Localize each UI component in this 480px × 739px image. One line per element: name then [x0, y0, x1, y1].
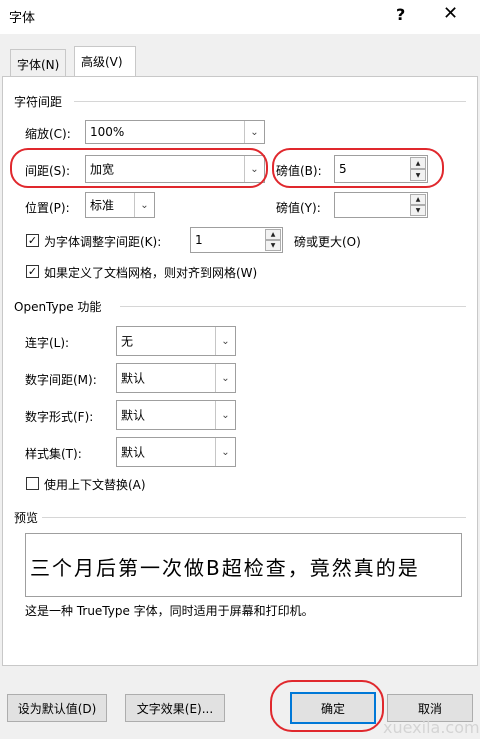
kerning-value: 1 — [195, 233, 203, 247]
scale-label: 缩放(C): — [25, 127, 71, 141]
chevron-down-icon[interactable]: ⌄ — [215, 327, 235, 355]
dialog-title: 字体 — [9, 11, 36, 26]
position-combo[interactable]: 标准 ⌄ — [85, 192, 155, 218]
section-char-spacing: 字符间距 — [14, 95, 63, 109]
num-spacing-label: 数字间距(M): — [25, 373, 97, 387]
snap-grid-label: 如果定义了文档网格，则对齐到网格(W) — [44, 266, 258, 280]
num-forms-label: 数字形式(F): — [25, 410, 94, 424]
separator — [74, 101, 466, 102]
snap-grid-checkbox[interactable]: ✓ — [26, 265, 39, 278]
scale-combo[interactable]: 100% ⌄ — [85, 120, 265, 144]
kerning-checkbox[interactable]: ✓ — [26, 234, 39, 247]
separator — [120, 306, 466, 307]
contextual-alt-checkbox[interactable] — [26, 477, 39, 490]
chevron-down-icon[interactable]: ⌄ — [215, 364, 235, 392]
kerning-spinner[interactable]: 1 ▲ ▼ — [190, 227, 283, 253]
num-forms-combo[interactable]: 默认 ⌄ — [116, 400, 236, 430]
spin-up-icon[interactable]: ▲ — [265, 229, 281, 240]
title-bar — [0, 0, 480, 34]
watermark: xuexila.com — [383, 718, 480, 737]
close-button[interactable]: ✕ — [443, 3, 458, 24]
text-effects-button[interactable]: 文字效果(E)... — [125, 694, 225, 722]
set-default-button[interactable]: 设为默认值(D) — [7, 694, 107, 722]
kerning-suffix: 磅或更大(O) — [294, 235, 361, 249]
position-by-spinner[interactable]: ▲ ▼ — [334, 192, 428, 218]
chevron-down-icon[interactable]: ⌄ — [244, 121, 264, 143]
chevron-down-icon[interactable]: ⌄ — [134, 193, 154, 217]
tab-advanced[interactable]: 高级(V) — [74, 46, 136, 76]
num-spacing-value: 默认 — [121, 371, 146, 386]
position-value: 标准 — [90, 198, 115, 213]
num-spacing-combo[interactable]: 默认 ⌄ — [116, 363, 236, 393]
preview-sample: 三个月后第一次做B超检查，竟然真的是 — [30, 556, 420, 580]
spin-down-icon[interactable]: ▼ — [410, 205, 426, 216]
stylistic-sets-combo[interactable]: 默认 ⌄ — [116, 437, 236, 467]
highlight-ring-by — [272, 148, 444, 188]
preview-note: 这是一种 TrueType 字体，同时适用于屏幕和打印机。 — [25, 604, 314, 618]
ligatures-value: 无 — [121, 334, 134, 349]
separator — [42, 517, 466, 518]
section-opentype: OpenType 功能 — [14, 300, 102, 314]
spin-down-icon[interactable]: ▼ — [265, 240, 281, 251]
help-button[interactable]: ? — [396, 5, 405, 24]
ligatures-combo[interactable]: 无 ⌄ — [116, 326, 236, 356]
chevron-down-icon[interactable]: ⌄ — [215, 401, 235, 429]
tab-font[interactable]: 字体(N) — [10, 49, 67, 76]
preview-box: 三个月后第一次做B超检查，竟然真的是 — [25, 533, 462, 597]
highlight-ring-spacing — [10, 148, 268, 188]
ligatures-label: 连字(L): — [25, 336, 70, 350]
position-label: 位置(P): — [25, 201, 70, 215]
stylistic-sets-value: 默认 — [121, 445, 146, 460]
stylistic-sets-label: 样式集(T): — [25, 447, 82, 461]
num-forms-value: 默认 — [121, 408, 146, 423]
section-preview: 预览 — [14, 511, 39, 525]
highlight-ring-ok — [270, 680, 384, 732]
chevron-down-icon[interactable]: ⌄ — [215, 438, 235, 466]
position-by-label: 磅值(Y): — [276, 201, 321, 215]
spin-up-icon[interactable]: ▲ — [410, 194, 426, 205]
kerning-label: 为字体调整字间距(K): — [44, 235, 162, 249]
scale-value: 100% — [90, 125, 125, 139]
contextual-alt-label: 使用上下文替换(A) — [44, 478, 146, 492]
